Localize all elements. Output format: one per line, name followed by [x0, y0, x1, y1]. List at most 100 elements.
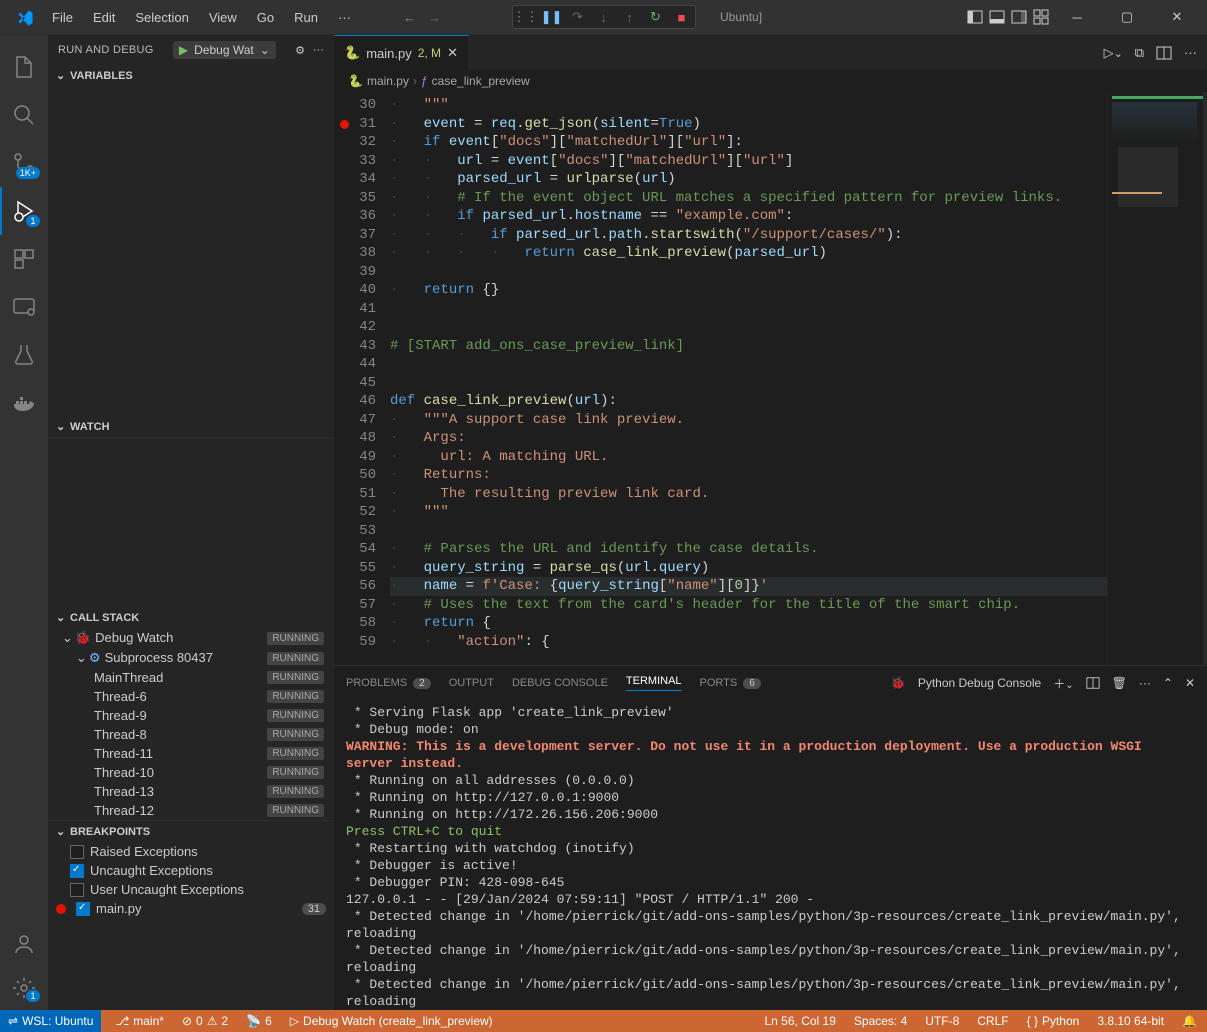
panel-tab-problems[interactable]: PROBLEMS2: [346, 677, 431, 689]
sb-debug-target[interactable]: ▷Debug Watch (create_link_preview): [286, 1014, 497, 1028]
callstack-row[interactable]: Thread-9RUNNING: [48, 706, 334, 725]
callstack-row[interactable]: Thread-11RUNNING: [48, 744, 334, 763]
sb-cursor[interactable]: Ln 56, Col 19: [761, 1014, 840, 1028]
callstack-row[interactable]: ⌄🐞Debug WatchRUNNING: [48, 628, 334, 648]
window-maximize-icon[interactable]: ▢: [1105, 2, 1149, 32]
section-breakpoints-header[interactable]: ⌄BREAKPOINTS: [48, 820, 334, 842]
debug-step-over-icon[interactable]: ↷: [569, 8, 587, 26]
terminal-trash-icon[interactable]: 🗑: [1112, 676, 1127, 690]
run-file-icon[interactable]: ▷⌄: [1104, 45, 1123, 61]
menu-edit[interactable]: Edit: [85, 6, 123, 29]
layout-secondary-icon[interactable]: [1011, 9, 1027, 25]
activity-docker-icon[interactable]: [0, 379, 48, 427]
terminal-more-icon[interactable]: ···: [1139, 676, 1151, 690]
debug-alt-icon[interactable]: ⧉: [1135, 45, 1144, 61]
cs-status: RUNNING: [267, 804, 324, 817]
breakpoint-row[interactable]: User Uncaught Exceptions: [48, 880, 334, 899]
terminal-content[interactable]: * Serving Flask app 'create_link_preview…: [334, 700, 1207, 1010]
sb-remote[interactable]: ⇌WSL: Ubuntu: [0, 1010, 101, 1032]
debug-icon: ▷: [290, 1014, 299, 1028]
panel-tab-output[interactable]: OUTPUT: [449, 677, 494, 689]
breakpoint-row[interactable]: Uncaught Exceptions: [48, 861, 334, 880]
minimap[interactable]: [1107, 92, 1207, 665]
breakpoint-row[interactable]: Raised Exceptions: [48, 842, 334, 861]
bp-label: User Uncaught Exceptions: [90, 882, 244, 897]
editor-more-icon[interactable]: ···: [1184, 45, 1197, 61]
checkbox[interactable]: [70, 864, 84, 878]
sb-problems[interactable]: ⊘0 ⚠2: [178, 1014, 232, 1028]
split-editor-icon[interactable]: [1156, 45, 1172, 61]
activity-source-control-icon[interactable]: 1K+: [0, 139, 48, 187]
layout-primary-icon[interactable]: [967, 9, 983, 25]
debug-step-out-icon[interactable]: ↑: [621, 8, 639, 26]
sb-lang[interactable]: { }Python: [1023, 1014, 1084, 1028]
tab-close-icon[interactable]: ✕: [447, 45, 458, 61]
panel-tab-terminal[interactable]: TERMINAL: [626, 675, 682, 691]
cs-name: Thread-11: [94, 746, 153, 761]
activity-account-icon[interactable]: [0, 922, 48, 966]
editor-tab-main[interactable]: 🐍 main.py 2, M ✕: [334, 35, 469, 70]
sb-eol[interactable]: CRLF: [973, 1014, 1012, 1028]
activity-search-icon[interactable]: [0, 91, 48, 139]
activity-debug-icon[interactable]: 1: [0, 187, 48, 235]
checkbox[interactable]: [76, 902, 90, 916]
source-control-badge: 1K+: [16, 167, 40, 179]
terminal-new-icon[interactable]: ＋⌄: [1053, 675, 1073, 692]
callstack-row[interactable]: Thread-12RUNNING: [48, 801, 334, 820]
menu-more-icon[interactable]: ···: [330, 6, 359, 29]
section-callstack-label: CALL STACK: [70, 612, 139, 624]
debug-restart-icon[interactable]: ↻: [647, 8, 665, 26]
menu-selection[interactable]: Selection: [127, 6, 196, 29]
sb-encoding[interactable]: UTF-8: [921, 1014, 963, 1028]
checkbox[interactable]: [70, 883, 84, 897]
window-minimize-icon[interactable]: ─: [1055, 2, 1099, 32]
breadcrumb-file[interactable]: main.py: [367, 74, 409, 88]
panel-maximize-icon[interactable]: ⌃: [1163, 676, 1173, 690]
panel-tab-ports[interactable]: PORTS6: [700, 677, 761, 689]
menu-file[interactable]: File: [44, 6, 81, 29]
callstack-row[interactable]: Thread-6RUNNING: [48, 687, 334, 706]
sb-interpreter[interactable]: 3.8.10 64-bit: [1093, 1014, 1168, 1028]
activity-extensions-icon[interactable]: [0, 235, 48, 283]
debug-config-select[interactable]: ▶ Debug Wat ⌄: [173, 41, 276, 59]
panel-close-icon[interactable]: ✕: [1185, 676, 1195, 690]
callstack-row[interactable]: ⌄⚙Subprocess 80437RUNNING: [48, 648, 334, 668]
debug-drag-icon[interactable]: ⋮⋮: [517, 8, 535, 26]
section-watch-header[interactable]: ⌄WATCH: [48, 416, 334, 437]
debug-pause-icon[interactable]: ❚❚: [543, 8, 561, 26]
layout-bottom-icon[interactable]: [989, 9, 1005, 25]
start-debug-icon[interactable]: ▶: [179, 43, 188, 57]
section-variables-header[interactable]: ⌄VARIABLES: [48, 65, 334, 86]
sb-branch[interactable]: ⎇main*: [111, 1014, 168, 1028]
checkbox[interactable]: [70, 845, 84, 859]
activity-explorer-icon[interactable]: [0, 43, 48, 91]
panel-tab-debug-console[interactable]: DEBUG CONSOLE: [512, 677, 608, 689]
nav-back-icon[interactable]: ←: [403, 10, 416, 25]
menu-go[interactable]: Go: [249, 6, 282, 29]
callstack-row[interactable]: Thread-10RUNNING: [48, 763, 334, 782]
breakpoint-row[interactable]: main.py31: [48, 899, 334, 918]
debug-step-into-icon[interactable]: ↓: [595, 8, 613, 26]
sb-ports[interactable]: 📡6: [242, 1014, 276, 1028]
nav-forward-icon[interactable]: →: [428, 10, 441, 25]
section-callstack-header[interactable]: ⌄CALL STACK: [48, 607, 334, 628]
window-close-icon[interactable]: ✕: [1155, 2, 1199, 32]
terminal-split-icon[interactable]: [1086, 676, 1100, 690]
debug-settings-icon[interactable]: ⚙: [295, 44, 305, 57]
layout-customize-icon[interactable]: [1033, 9, 1049, 25]
debug-more-icon[interactable]: ···: [313, 44, 324, 57]
breadcrumb[interactable]: 🐍 main.py › ƒ case_link_preview: [334, 70, 1207, 92]
activity-settings-icon[interactable]: 1: [0, 966, 48, 1010]
sb-spaces[interactable]: Spaces: 4: [850, 1014, 911, 1028]
breadcrumb-symbol[interactable]: case_link_preview: [432, 74, 530, 88]
callstack-row[interactable]: MainThreadRUNNING: [48, 668, 334, 687]
callstack-row[interactable]: Thread-8RUNNING: [48, 725, 334, 744]
menu-view[interactable]: View: [201, 6, 245, 29]
terminal-name[interactable]: Python Debug Console: [918, 676, 1041, 690]
menu-run[interactable]: Run: [286, 6, 326, 29]
callstack-row[interactable]: Thread-13RUNNING: [48, 782, 334, 801]
code-editor[interactable]: 3031323334353637383940414243444546474849…: [334, 92, 1207, 665]
activity-testing-icon[interactable]: [0, 331, 48, 379]
sb-notifications-icon[interactable]: 🔔: [1178, 1014, 1201, 1028]
activity-remote-icon[interactable]: [0, 283, 48, 331]
